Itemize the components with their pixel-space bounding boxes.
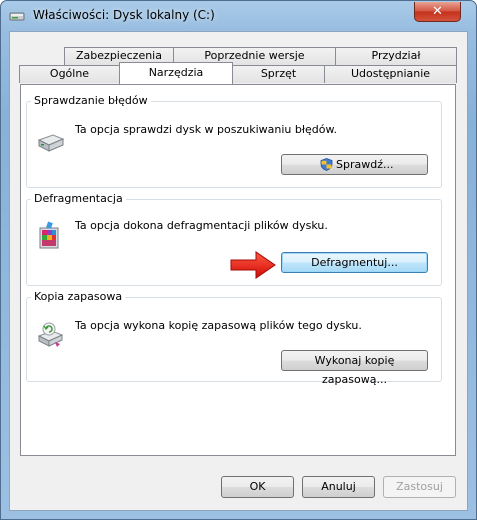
hard-drive-icon [37, 134, 65, 152]
backup-icon [37, 322, 64, 347]
group-description: Ta opcja dokona defragmentacji plików dy… [75, 219, 328, 232]
group-title: Sprawdzanie błędów [31, 94, 151, 107]
tab-narzedzia[interactable]: Narzędzia [119, 62, 233, 84]
close-button[interactable]: ✕ [414, 2, 461, 22]
tab-sprzet[interactable]: Sprzęt [232, 65, 325, 83]
group-title: Kopia zapasowa [31, 290, 126, 303]
ok-label: OK [249, 480, 266, 493]
window-title: Właściwości: Dysk lokalny (C:) [33, 8, 215, 22]
group-title: Defragmentacja [31, 192, 126, 205]
group-error-check: Sprawdzanie błędów Ta opcja sprawdzi dys… [26, 94, 442, 188]
defragment-button[interactable]: Defragmentuj... [281, 252, 428, 273]
defragment-icon [39, 221, 59, 249]
ok-button[interactable]: OK [221, 476, 294, 498]
tab-ogolne[interactable]: Ogólne [19, 65, 120, 83]
tab-przydzial[interactable]: Przydział [335, 47, 457, 65]
cancel-label: Anuluj [321, 480, 356, 493]
red-arrow-icon [230, 251, 276, 279]
backup-now-button[interactable]: Wykonaj kopię zapasową... [281, 350, 428, 386]
cancel-button[interactable]: Anuluj [302, 476, 375, 498]
tab-udostepnianie[interactable]: Udostępnianie [324, 65, 457, 83]
check-now-label: Sprawdź... [336, 158, 394, 171]
check-now-button[interactable]: Sprawdź... [281, 154, 428, 175]
apply-label: Zastosuj [396, 480, 443, 493]
apply-button[interactable]: Zastosuj [383, 476, 456, 498]
group-backup: Kopia zapasowa Ta opcja wykona kopię zap… [26, 290, 442, 386]
properties-window: Właściwości: Dysk lokalny (C:) ✕ Zabezpi… [0, 0, 477, 520]
title-bar[interactable]: Właściwości: Dysk lokalny (C:) ✕ [1, 1, 476, 31]
drive-icon [9, 12, 25, 21]
defragment-label: Defragmentuj... [311, 256, 398, 269]
group-description: Ta opcja wykona kopię zapasową plików te… [75, 319, 362, 332]
backup-now-label: Wykonaj kopię zapasową... [314, 354, 395, 386]
close-icon: ✕ [432, 4, 443, 19]
group-description: Ta opcja sprawdzi dysk w poszukiwaniu bł… [75, 123, 337, 136]
uac-shield-icon [320, 158, 333, 171]
